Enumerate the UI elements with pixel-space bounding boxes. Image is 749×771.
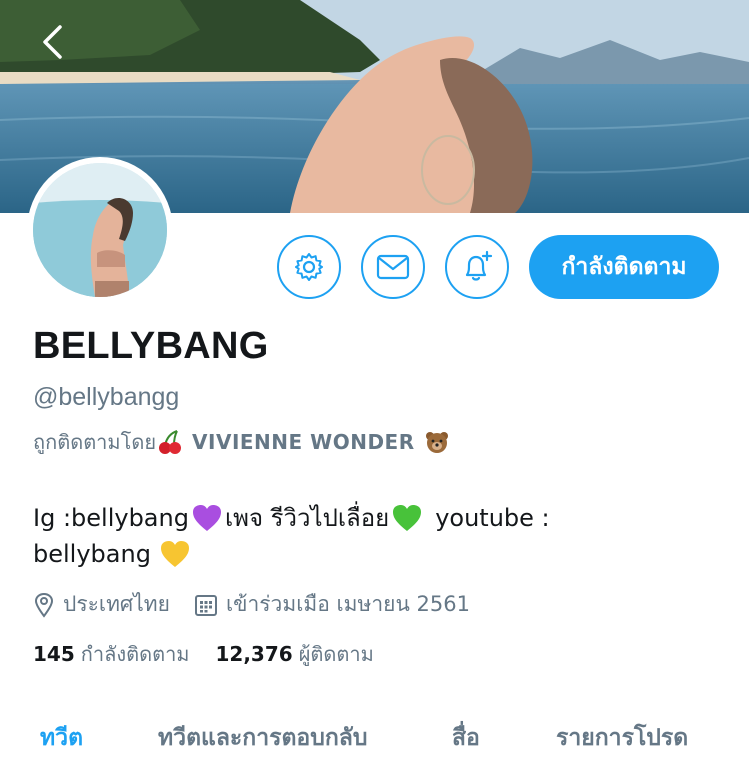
bio-text-instagram: Ig :bellybang [33, 504, 189, 532]
notifications-button[interactable] [445, 235, 509, 299]
user-handle: @bellybangg [33, 383, 180, 411]
bio-text-youtube-name: bellybang [33, 540, 151, 568]
gear-icon [295, 253, 323, 281]
location-text: ประเทศไทย [63, 592, 170, 616]
back-button[interactable] [40, 24, 88, 72]
bell-plus-icon [465, 250, 493, 281]
calendar-icon [194, 594, 217, 616]
avatar[interactable] [27, 157, 173, 303]
display-name: BELLYBANG [33, 325, 269, 367]
followers-count[interactable]: 12,376 [216, 642, 293, 666]
tab-media[interactable]: สื่อ [452, 720, 480, 756]
cherry-icon [156, 428, 184, 456]
tab-tweets-and-replies[interactable]: ทวีตและการตอบกลับ [158, 720, 367, 756]
following-label[interactable]: กำลังติดตาม [81, 638, 190, 670]
settings-button[interactable] [277, 235, 341, 299]
chevron-left-icon [43, 25, 62, 59]
location: ประเทศไทย [33, 588, 170, 621]
followed-by-name[interactable]: VIVIENNE WONDER [192, 430, 415, 454]
profile-tabs: ทวีต ทวีตและการตอบกลับ สื่อ รายการโปรด [0, 710, 749, 771]
profile-bio: Ig :bellybang เพจ รีวิวไปเลื่อย youtube … [33, 500, 713, 572]
green-heart-icon [391, 503, 423, 533]
join-date-text: เข้าร่วมเมือ เมษายน 2561 [225, 592, 470, 616]
purple-heart-icon [191, 503, 223, 533]
bio-text-youtube: youtube : [435, 504, 550, 532]
location-pin-icon [34, 592, 54, 618]
message-button[interactable] [361, 235, 425, 299]
envelope-icon [376, 254, 410, 280]
avatar-image [33, 163, 167, 297]
join-date: เข้าร่วมเมือ เมษายน 2561 [194, 588, 470, 621]
bio-text-page: เพจ รีวิวไปเลื่อย [224, 504, 390, 532]
bear-icon [423, 428, 451, 456]
profile-meta: ประเทศไทย เข้าร่วมเมือ เมษายน 2561 [33, 588, 494, 621]
followed-by-prefix: ถูกติดตามโดย [33, 430, 157, 454]
following-button[interactable]: กำลังติดตาม [529, 235, 719, 299]
followers-label[interactable]: ผู้ติดตาม [299, 638, 374, 670]
follow-stats: 145 กำลังติดตาม 12,376 ผู้ติดตาม [33, 638, 400, 670]
yellow-heart-icon [159, 539, 191, 569]
followed-by[interactable]: ถูกติดตามโดย VIVIENNE WONDER [33, 426, 451, 458]
tab-tweets[interactable]: ทวีต [40, 720, 83, 756]
following-count[interactable]: 145 [33, 642, 75, 666]
tab-likes[interactable]: รายการโปรด [556, 720, 688, 756]
